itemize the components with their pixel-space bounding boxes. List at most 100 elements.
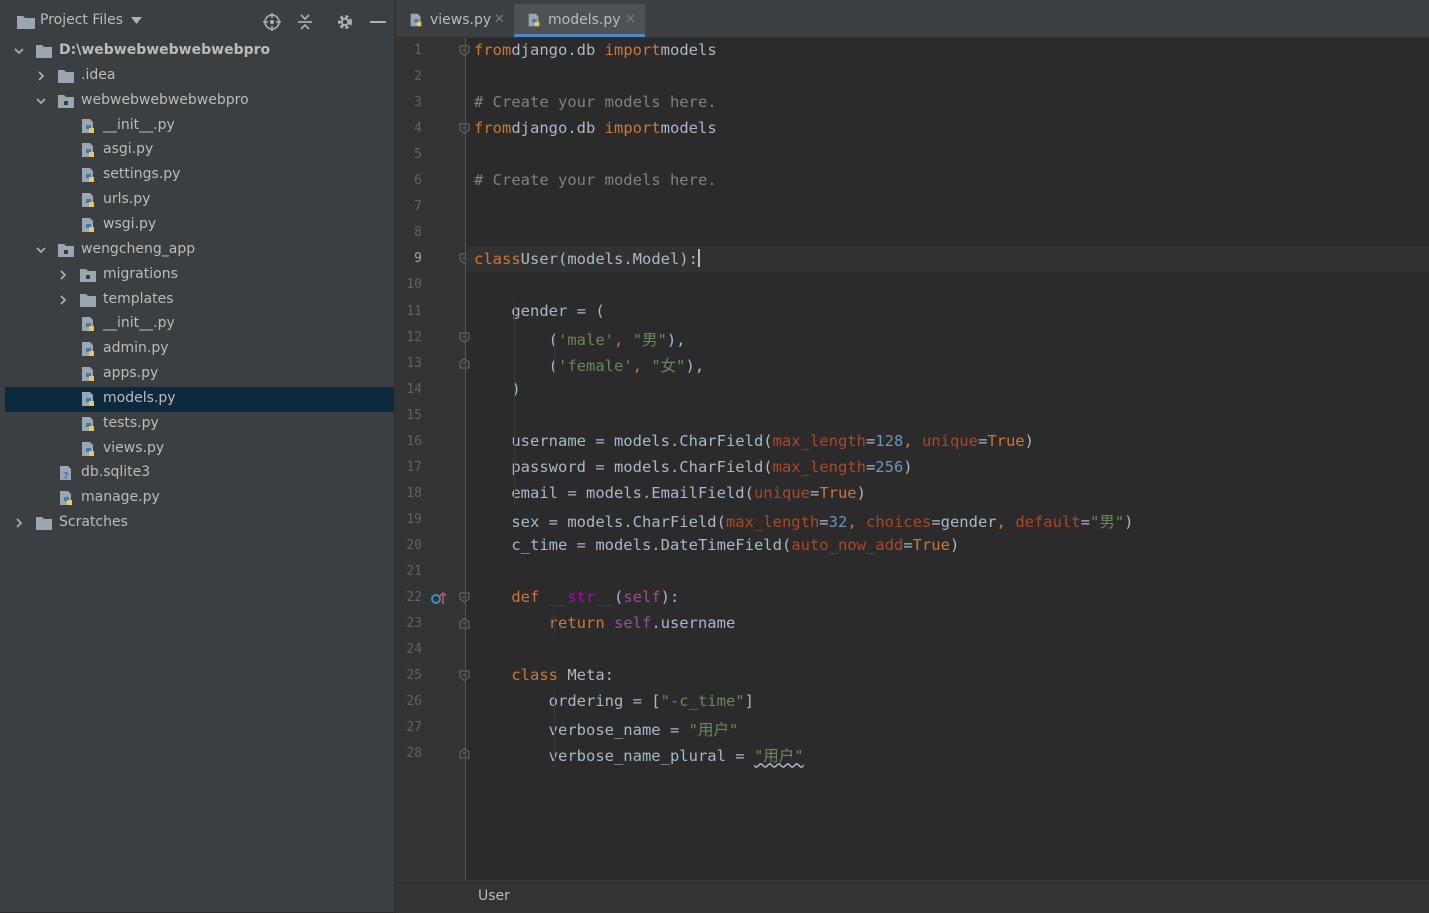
code-area[interactable]: fromdjango.db importmodels # Create your …	[466, 38, 1429, 880]
line-number: 8	[414, 225, 422, 241]
line-number: 6	[414, 173, 422, 189]
code-line: ('female', "女"),	[474, 356, 705, 375]
tab-label: models.py	[548, 12, 621, 28]
tree-item[interactable]: __init__.py	[5, 312, 394, 337]
close-icon[interactable]: ✕	[625, 12, 636, 27]
python-file-icon	[82, 416, 94, 431]
line-number: 1	[414, 43, 422, 58]
gear-icon[interactable]	[336, 13, 354, 31]
text-caret	[697, 249, 700, 268]
chevron-down-icon[interactable]	[131, 17, 142, 24]
tree-item[interactable]: ? db.sqlite3	[5, 461, 394, 486]
editor-breadcrumb-bar: User	[396, 880, 1429, 913]
project-panel-header: Project Files	[5, 5, 394, 37]
tree-item-label: tests.py	[103, 414, 159, 431]
tree-item[interactable]: webwebwebwebwebpro	[5, 89, 394, 114]
close-icon[interactable]: ✕	[494, 12, 505, 27]
tree-item[interactable]: wsgi.py	[5, 213, 394, 238]
python-file-icon	[82, 317, 94, 332]
editor-tab[interactable]: views.py ✕	[396, 4, 514, 37]
folder-icon	[80, 268, 96, 282]
python-file-icon	[82, 143, 94, 158]
project-view-selector[interactable]: Project Files	[40, 12, 123, 28]
tree-item[interactable]: D:\webwebwebwebwebpro	[5, 39, 394, 64]
tree-item[interactable]: models.py	[5, 386, 394, 412]
tree-item-label: D:\webwebwebwebwebpro	[59, 42, 271, 58]
line-number: 21	[406, 564, 422, 579]
locate-icon[interactable]	[263, 13, 281, 31]
code-line: def __str__(self):	[511, 588, 680, 607]
line-number: 24	[406, 642, 422, 658]
python-file-icon	[82, 367, 94, 382]
chevron-right-icon[interactable]	[57, 269, 69, 281]
code-line: sex = models.CharField(max_length=32, ch…	[474, 512, 1134, 531]
tree-item[interactable]: asgi.py	[5, 138, 394, 163]
tree-item-label: __init__.py	[103, 116, 175, 133]
code-line: password = models.CharField(max_length=2…	[474, 457, 913, 476]
line-number: 25	[406, 668, 422, 684]
line-number: 10	[406, 277, 422, 293]
line-number: 4	[414, 121, 422, 137]
line-number: 13	[406, 355, 422, 371]
line-number: 5	[414, 147, 422, 163]
tree-item-label: __init__.py	[103, 315, 175, 332]
chevron-right-icon[interactable]	[35, 70, 47, 82]
code-line: fromdjango.db importmodels	[474, 119, 717, 138]
line-number: 27	[406, 720, 422, 736]
override-icon[interactable]	[430, 590, 448, 606]
tree-item[interactable]: views.py	[5, 437, 394, 462]
folder-icon	[58, 69, 74, 83]
line-number: 23	[406, 616, 422, 632]
editor-tabs: views.py ✕ models.py ✕	[396, 0, 1429, 38]
tree-item[interactable]: templates	[5, 288, 394, 313]
code-line: ordering = ["-c_time"]	[474, 692, 754, 711]
tree-item[interactable]: urls.py	[5, 188, 394, 213]
python-file-icon	[410, 13, 422, 27]
tree-item-label: webwebwebwebwebpro	[81, 91, 249, 108]
line-number: 12	[406, 329, 422, 345]
tree-item[interactable]: apps.py	[5, 362, 394, 387]
code-line: classUser(models.Model):	[474, 249, 700, 269]
indent-guide	[554, 337, 555, 377]
chevron-down-icon[interactable]	[35, 95, 47, 107]
tree-item[interactable]: __init__.py	[5, 114, 394, 139]
tree-item[interactable]: settings.py	[5, 163, 394, 188]
code-line: class Meta:	[511, 666, 614, 685]
line-number: 14	[406, 381, 422, 397]
tree-item[interactable]: .idea	[5, 64, 394, 89]
chevron-right-icon[interactable]	[57, 294, 69, 306]
chevron-right-icon[interactable]	[13, 517, 25, 529]
project-panel: Project Files D:\webwebwebwebwebpro .idea…	[5, 0, 394, 912]
editor-tab[interactable]: models.py ✕	[514, 4, 645, 37]
unknown-file-icon: ?	[60, 466, 71, 481]
line-number: 22	[406, 590, 422, 606]
chevron-down-icon[interactable]	[35, 244, 47, 256]
tree-item-label: migrations	[103, 265, 178, 282]
tree-item[interactable]: manage.py	[5, 486, 394, 511]
line-number: 11	[406, 303, 422, 319]
collapse-all-icon[interactable]	[296, 13, 314, 31]
tree-item[interactable]: admin.py	[5, 337, 394, 362]
tree-item-label: settings.py	[103, 166, 181, 183]
line-number: 15	[406, 407, 422, 423]
tree-item-label: wsgi.py	[103, 215, 157, 232]
code-line: username = models.CharField(max_length=1…	[474, 431, 1034, 450]
line-number: 9	[414, 251, 422, 267]
code-line: email = models.EmailField(unique=True)	[474, 483, 866, 502]
hide-panel-icon[interactable]	[369, 13, 387, 31]
tree-item-label: views.py	[103, 439, 165, 456]
line-number: 18	[406, 485, 422, 501]
line-number: 20	[406, 537, 422, 553]
chevron-down-icon[interactable]	[13, 45, 25, 57]
python-file-icon	[82, 193, 94, 208]
tree-item[interactable]: Scratches	[5, 511, 394, 536]
folder-icon	[80, 293, 96, 307]
tree-item[interactable]: tests.py	[5, 412, 394, 437]
folder-icon	[17, 16, 35, 29]
line-number: 26	[406, 694, 422, 710]
tree-item[interactable]: wengcheng_app	[5, 238, 394, 263]
python-file-icon	[82, 217, 94, 232]
breadcrumb-item[interactable]: User	[478, 888, 510, 904]
code-line: # Create your models here.	[474, 93, 717, 112]
tree-item[interactable]: migrations	[5, 263, 394, 288]
